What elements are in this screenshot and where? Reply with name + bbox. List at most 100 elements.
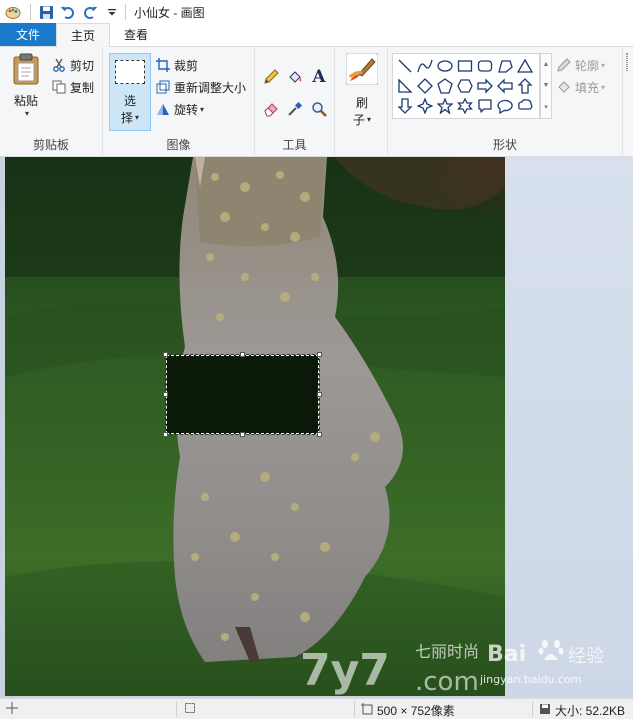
image-group: 选 择 ▾ 裁剪 重新调整大小 旋转 ▾ 图像: [103, 47, 255, 157]
rotate-button[interactable]: 旋转 ▾: [155, 99, 204, 119]
undo-icon[interactable]: [57, 1, 79, 23]
outline-pen-icon: [556, 57, 572, 73]
redo-icon[interactable]: [79, 1, 101, 23]
copy-button[interactable]: 复制: [51, 77, 94, 97]
shapes-gallery: [392, 53, 540, 119]
status-bar: 500 × 752像素 大小: 52.2KB: [0, 698, 633, 719]
divider: [125, 4, 126, 20]
triangle-shape-icon[interactable]: [515, 56, 535, 76]
baidu-paw-icon: [537, 636, 565, 664]
image-group-label: 图像: [166, 138, 191, 152]
diamond-shape-icon[interactable]: [415, 76, 435, 96]
left-arrow-shape-icon[interactable]: [495, 76, 515, 96]
eraser-icon[interactable]: [261, 99, 281, 119]
save-icon[interactable]: [35, 1, 57, 23]
brushes-button[interactable]: 刷 子 ▾: [341, 52, 383, 129]
resize-handle-nw[interactable]: [163, 352, 168, 357]
selection-size-icon: [184, 702, 196, 717]
oval-shape-icon[interactable]: [435, 56, 455, 76]
shapes-gallery-scrollbar[interactable]: ▲ ▼ ▾: [540, 53, 552, 119]
hexagon-shape-icon[interactable]: [455, 76, 475, 96]
shapes-group-label: 形状: [492, 138, 517, 152]
tab-home[interactable]: 主页: [56, 23, 111, 47]
selection-size: [184, 702, 196, 717]
outline-button[interactable]: 轮廓 ▾: [556, 55, 605, 75]
tab-file[interactable]: 文件: [0, 23, 56, 46]
pentagon-shape-icon[interactable]: [435, 76, 455, 96]
canvas-area[interactable]: 7y7 七丽时尚 .com Bai 经验 jingyan.baidu.com: [0, 157, 633, 698]
color-picker-icon[interactable]: [285, 99, 305, 119]
copy-icon: [51, 79, 67, 95]
chevron-down-icon: ▾: [601, 82, 606, 92]
chevron-down-icon: ▾: [135, 113, 140, 122]
select-label-line1: 选: [123, 94, 136, 108]
line-shape-icon[interactable]: [395, 56, 415, 76]
scroll-down-icon[interactable]: ▼: [543, 82, 550, 89]
image-dimensions-icon: [361, 703, 373, 718]
copy-label: 复制: [70, 80, 95, 95]
resize-icon: [155, 79, 171, 95]
tab-view[interactable]: 查看: [110, 23, 162, 46]
rectangle-shape-icon[interactable]: [455, 56, 475, 76]
rounded-rectangle-shape-icon[interactable]: [475, 56, 495, 76]
image-dimensions: 500 × 752像素: [361, 702, 455, 719]
magnifier-icon[interactable]: [309, 99, 329, 119]
paint-app-icon[interactable]: [2, 1, 24, 23]
resize-handle-n[interactable]: [240, 352, 245, 357]
resize-handle-w[interactable]: [163, 392, 168, 397]
pencil-icon[interactable]: [261, 67, 281, 87]
resize-handle-se[interactable]: [317, 432, 322, 437]
chevron-down-icon: ▾: [24, 109, 29, 118]
customize-toolbar-chevron-icon[interactable]: [101, 1, 123, 23]
selection-rectangle[interactable]: [163, 352, 322, 437]
resize-handle-s[interactable]: [240, 432, 245, 437]
brushes-group: 刷 子 ▾: [335, 47, 388, 157]
scroll-up-icon[interactable]: ▲: [543, 61, 550, 68]
text-tool-icon[interactable]: A: [309, 67, 329, 87]
resize-label: 重新调整大小: [174, 80, 247, 95]
fill-bucket-icon[interactable]: [285, 67, 305, 87]
right-triangle-shape-icon[interactable]: [395, 76, 415, 96]
select-label-line2: 择: [120, 111, 133, 125]
resize-handle-sw[interactable]: [163, 432, 168, 437]
tools-group: A 工具: [255, 47, 335, 157]
ribbon-overflow-handle[interactable]: [626, 53, 628, 71]
fill-button[interactable]: 填充 ▾: [556, 77, 605, 97]
quick-access-toolbar: [0, 0, 123, 24]
cut-label: 剪切: [70, 58, 95, 73]
rounded-callout-shape-icon[interactable]: [475, 96, 495, 116]
six-point-star-shape-icon[interactable]: [455, 96, 475, 116]
fill-bucket-small-icon: [556, 79, 572, 95]
cut-button[interactable]: 剪切: [51, 55, 94, 75]
file-size-text: 大小: 52.2KB: [555, 704, 626, 718]
four-point-star-shape-icon[interactable]: [415, 96, 435, 116]
resize-handle-e[interactable]: [317, 392, 322, 397]
watermark-logo-7y7: 7y7: [300, 645, 390, 696]
clipboard-group-label: 剪贴板: [32, 138, 69, 152]
tools-group-label: 工具: [282, 138, 307, 152]
five-point-star-shape-icon[interactable]: [435, 96, 455, 116]
crop-label: 裁剪: [174, 58, 199, 73]
oval-callout-shape-icon[interactable]: [495, 96, 515, 116]
resize-button[interactable]: 重新调整大小: [155, 77, 246, 97]
chevron-down-icon: ▾: [601, 60, 606, 70]
cloud-callout-shape-icon[interactable]: [515, 96, 535, 116]
resize-handle-ne[interactable]: [317, 352, 322, 357]
curve-shape-icon[interactable]: [415, 56, 435, 76]
expand-gallery-icon[interactable]: ▾: [544, 103, 548, 111]
right-arrow-shape-icon[interactable]: [475, 76, 495, 96]
crop-button[interactable]: 裁剪: [155, 55, 198, 75]
paste-label: 粘贴: [13, 94, 38, 108]
select-label-row: 择 ▾: [121, 109, 139, 126]
up-arrow-shape-icon[interactable]: [515, 76, 535, 96]
polygon-shape-icon[interactable]: [495, 56, 515, 76]
watermark-text-com: .com: [415, 667, 479, 696]
select-button[interactable]: 选 择 ▾: [109, 53, 151, 131]
down-arrow-shape-icon[interactable]: [395, 96, 415, 116]
paste-button[interactable]: 粘贴 ▾: [6, 53, 46, 129]
cursor-position: [6, 702, 18, 717]
selection-rect-icon: [115, 60, 145, 84]
watermark-text-qili: 七丽时尚: [415, 642, 479, 661]
image-dimensions-text: 500 × 752像素: [377, 704, 455, 718]
ribbon-tabs: 文件 主页 查看: [0, 23, 633, 47]
